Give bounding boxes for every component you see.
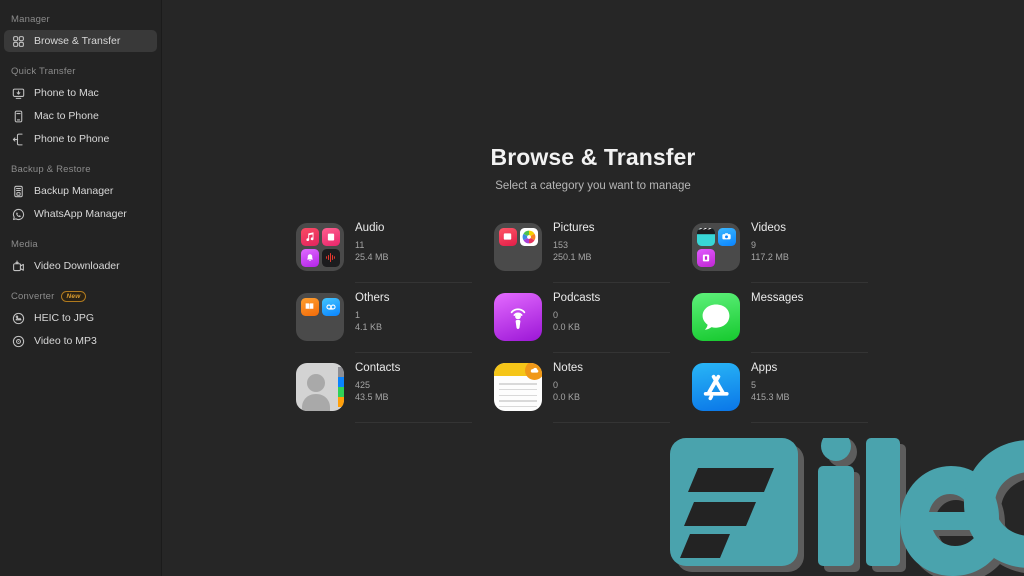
- sidebar-group-title: Media: [11, 239, 38, 250]
- category-card-apps[interactable]: Apps 5 415.3 MB: [692, 361, 890, 431]
- sidebar-group-title: Converter: [11, 291, 55, 303]
- category-size: 0.0 KB: [553, 322, 581, 332]
- appstore-icon: [692, 363, 740, 411]
- video-download-icon: [12, 259, 25, 273]
- phone-transfer-icon: [12, 133, 25, 146]
- notes-icon: [494, 363, 542, 411]
- image-convert-icon: [12, 312, 25, 325]
- category-count: 5: [751, 380, 757, 390]
- sidebar-group-label: Media: [0, 226, 161, 255]
- category-info: Podcasts 0 0.0 KB: [553, 291, 670, 353]
- category-info: Pictures 153 250.1 MB: [553, 221, 670, 283]
- category-name: Videos: [751, 222, 786, 234]
- monitor-download-icon: [12, 87, 25, 100]
- sidebar-item-label: Backup Manager: [34, 185, 114, 197]
- category-grid: Audio 11 25.4 MB Pictures 153 250.1 MB Videos 9…: [162, 221, 1024, 431]
- sidebar-group-title: Manager: [11, 14, 50, 25]
- new-badge: New: [60, 291, 87, 303]
- category-name: Others: [355, 292, 390, 304]
- sidebar-item-video-downloader[interactable]: Video Downloader: [4, 255, 157, 277]
- category-size: 43.5 MB: [355, 392, 389, 402]
- sidebar-group-label: Converter New: [0, 278, 161, 307]
- category-count: 9: [751, 240, 757, 250]
- category-info: Audio 11 25.4 MB: [355, 221, 472, 283]
- main-content: Browse & Transfer Select a category you …: [162, 0, 1024, 576]
- category-info: Apps 5 415.3 MB: [751, 361, 868, 423]
- sidebar-item-whatsapp-manager[interactable]: WhatsApp Manager: [4, 203, 157, 225]
- sidebar-item-mac-to-phone[interactable]: Mac to Phone: [4, 105, 157, 127]
- category-name: Messages: [751, 292, 804, 304]
- podcasts-icon: [494, 293, 542, 341]
- category-count: 0: [553, 380, 559, 390]
- category-size: 250.1 MB: [553, 252, 592, 262]
- category-card-pictures[interactable]: Pictures 153 250.1 MB: [494, 221, 692, 291]
- category-name: Notes: [553, 362, 584, 374]
- sidebar-item-label: Video to MP3: [34, 335, 97, 348]
- category-info: Others 1 4.1 KB: [355, 291, 472, 353]
- app-window: Manager Browse & Transfer Quick Transfer Ph…: [0, 0, 1024, 576]
- category-size: 4.1 KB: [355, 322, 383, 332]
- sidebar-item-label: Phone to Mac: [34, 87, 99, 99]
- category-card-others[interactable]: Others 1 4.1 KB: [296, 291, 494, 361]
- category-count: 1: [355, 310, 361, 320]
- category-count: 425: [355, 380, 371, 390]
- messages-icon: [692, 293, 740, 341]
- videos-folder-icon: [692, 223, 740, 271]
- page-subtitle: Select a category you want to manage: [495, 180, 691, 192]
- category-info: Notes 0 0.0 KB: [553, 361, 670, 423]
- category-count: 0: [553, 310, 559, 320]
- sidebar: Manager Browse & Transfer Quick Transfer Ph…: [0, 0, 162, 576]
- category-info: Contacts 425 43.5 MB: [355, 361, 472, 423]
- category-name: Apps: [751, 362, 778, 374]
- category-name: Contacts: [355, 362, 401, 374]
- grid-icon: [12, 35, 25, 48]
- sidebar-group-title: Quick Transfer: [11, 66, 76, 77]
- sidebar-item-label: Video Downloader: [34, 260, 120, 272]
- sidebar-item-label: WhatsApp Manager: [34, 208, 127, 220]
- sidebar-item-backup-manager[interactable]: Backup Manager: [4, 180, 157, 202]
- audio-folder-icon: [296, 223, 344, 271]
- category-name: Pictures: [553, 222, 595, 234]
- category-card-podcasts[interactable]: Podcasts 0 0.0 KB: [494, 291, 692, 361]
- sidebar-group-title: Backup & Restore: [11, 164, 91, 175]
- filecr-watermark: [670, 438, 1024, 576]
- category-name: Podcasts: [553, 292, 601, 304]
- others-folder-icon: [296, 293, 344, 341]
- sidebar-group-label: Quick Transfer: [0, 53, 161, 82]
- phone-icon: [12, 110, 25, 123]
- sidebar-item-label: Browse & Transfer: [34, 35, 121, 47]
- category-info: Messages: [751, 291, 868, 353]
- category-card-videos[interactable]: Videos 9 117.2 MB: [692, 221, 890, 291]
- pictures-folder-icon: [494, 223, 542, 271]
- category-card-contacts[interactable]: Contacts 425 43.5 MB: [296, 361, 494, 431]
- sidebar-item-phone-to-phone[interactable]: Phone to Phone: [4, 128, 157, 150]
- sidebar-item-browse-transfer[interactable]: Browse & Transfer: [4, 30, 157, 52]
- sidebar-item-label: Mac to Phone: [34, 110, 99, 122]
- category-count: 153: [553, 240, 569, 250]
- sidebar-group-label: Backup & Restore: [0, 151, 161, 180]
- sidebar-item-heic-to-jpg[interactable]: HEIC to JPG: [4, 307, 157, 329]
- category-size: 117.2 MB: [751, 252, 789, 262]
- backup-icon: [12, 185, 25, 198]
- category-card-notes[interactable]: Notes 0 0.0 KB: [494, 361, 692, 431]
- audio-convert-icon: [12, 335, 25, 348]
- sidebar-item-phone-to-mac[interactable]: Phone to Mac: [4, 82, 157, 104]
- sidebar-item-video-to-mp3[interactable]: Video to MP3: [4, 330, 157, 352]
- sidebar-item-label: HEIC to JPG: [34, 312, 95, 325]
- page-title: Browse & Transfer: [490, 144, 696, 170]
- category-count: 11: [355, 240, 365, 250]
- category-card-messages[interactable]: Messages: [692, 291, 890, 361]
- category-name: Audio: [355, 222, 385, 234]
- sidebar-group-label: Manager: [0, 14, 161, 30]
- category-info: Videos 9 117.2 MB: [751, 221, 868, 283]
- whatsapp-icon: [12, 208, 25, 221]
- category-size: 25.4 MB: [355, 252, 389, 262]
- category-size: 0.0 KB: [553, 392, 581, 402]
- contacts-icon: [296, 363, 344, 411]
- sidebar-item-label: Phone to Phone: [34, 133, 110, 145]
- category-card-audio[interactable]: Audio 11 25.4 MB: [296, 221, 494, 291]
- category-size: 415.3 MB: [751, 392, 790, 402]
